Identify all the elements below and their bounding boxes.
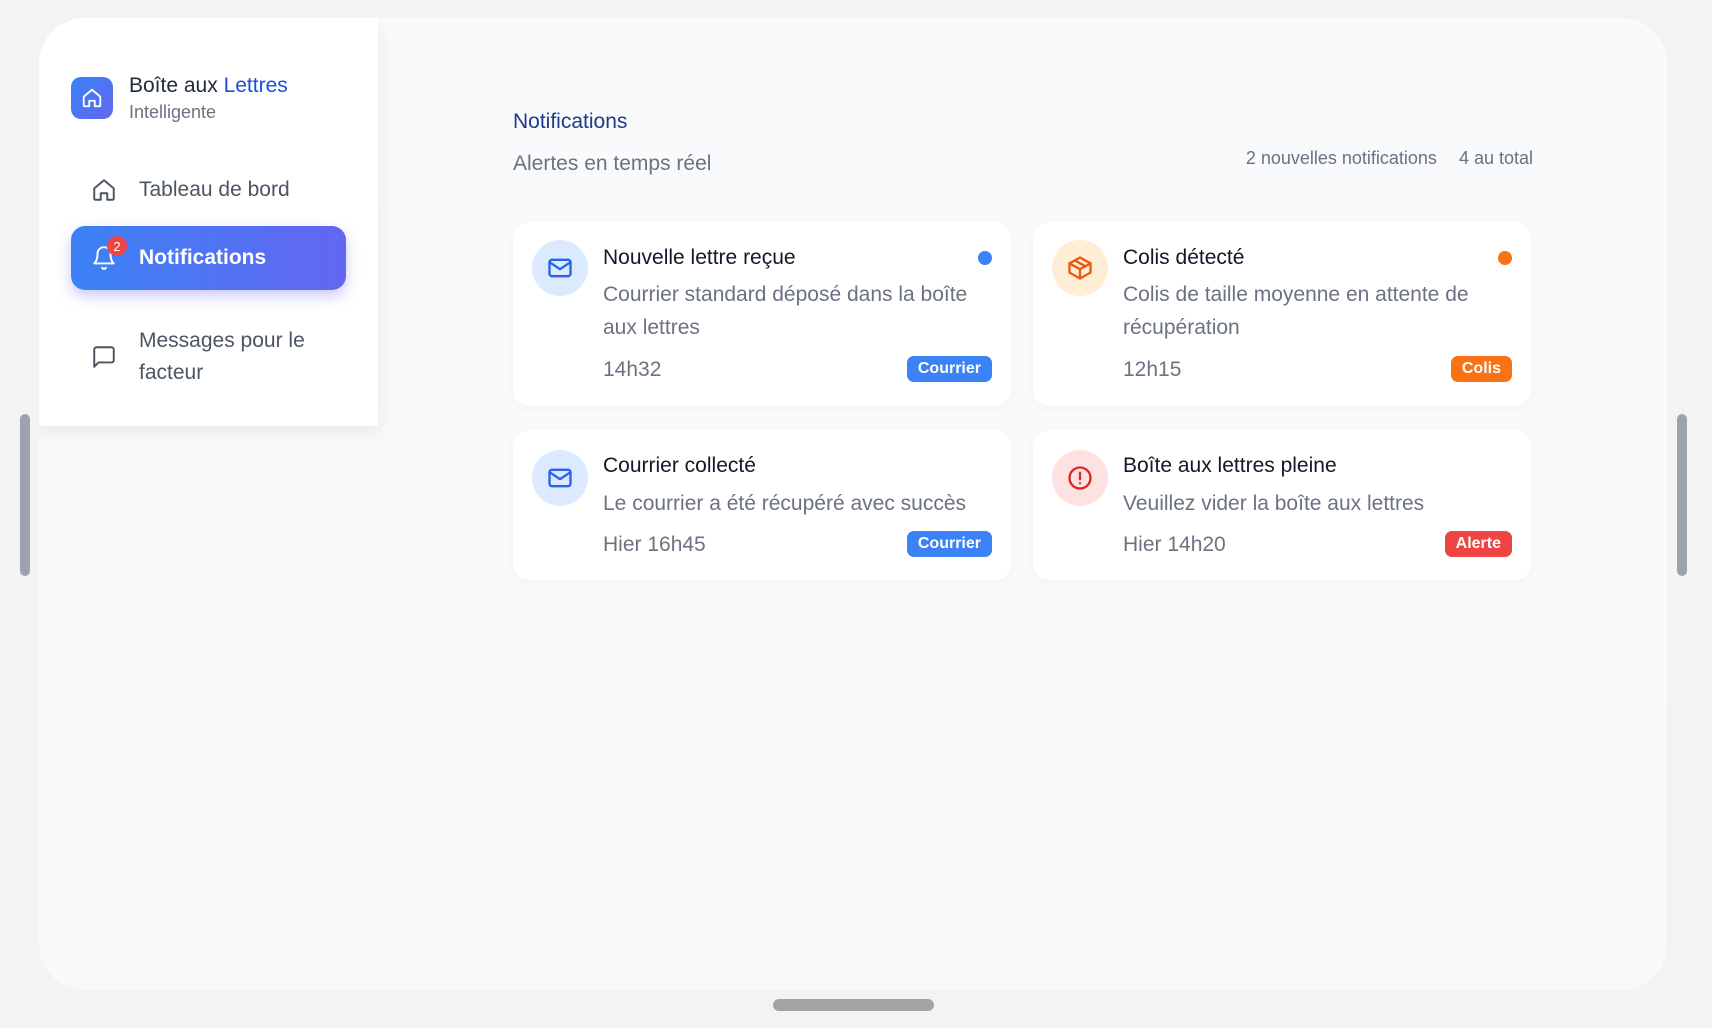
bell-icon: 2	[91, 236, 127, 271]
notification-card[interactable]: Boîte aux lettres pleine Veuillez vider …	[1033, 430, 1531, 580]
message-square-icon	[91, 344, 117, 370]
notification-description: Courrier standard déposé dans la boîte a…	[603, 283, 968, 339]
page-header: Notifications Alertes en temps réel 2 no…	[513, 110, 1533, 176]
category-tag: Alerte	[1444, 531, 1512, 557]
page-title: Notifications	[513, 110, 628, 133]
notification-description: Veuillez vider la boîte aux lettres	[1123, 492, 1425, 515]
unread-dot	[1498, 251, 1512, 265]
brand: Boîte aux Lettres Intelligente	[71, 58, 288, 123]
right-side-handle	[1677, 414, 1687, 576]
mail-icon	[532, 450, 588, 506]
left-side-handle	[20, 414, 30, 576]
sidebar-item-notifications[interactable]: 2 Notifications	[71, 226, 346, 290]
notification-description: Colis de taille moyenne en attente de ré…	[1123, 283, 1469, 339]
notification-card[interactable]: Nouvelle lettre reçue Courrier standard …	[513, 222, 1011, 406]
total-notifications-count: 4 au total	[1458, 148, 1533, 168]
notification-time: 14h32	[603, 358, 662, 381]
package-icon	[1052, 240, 1108, 296]
brand-subtitle: Intelligente	[129, 102, 217, 122]
sidebar-item-label: Notifications	[139, 246, 267, 269]
app-window: Boîte aux Lettres Intelligente Tableau d…	[39, 18, 1667, 990]
notification-time: Hier 14h20	[1123, 533, 1226, 556]
notification-title: Colis détecté	[1123, 246, 1245, 269]
notification-stats: 2 nouvelles notifications 4 au total	[1246, 148, 1533, 169]
notification-card[interactable]: Courrier collecté Le courrier a été récu…	[513, 430, 1011, 580]
sidebar-item-label: Tableau de bord	[139, 178, 290, 201]
home-logo-icon	[71, 77, 113, 119]
notification-card[interactable]: Colis détecté Colis de taille moyenne en…	[1033, 222, 1531, 406]
sidebar-item-label: Messages pour le facteur	[139, 329, 305, 384]
notification-time: 12h15	[1123, 358, 1182, 381]
alert-circle-icon	[1052, 450, 1108, 506]
category-tag: Courrier	[906, 531, 992, 557]
notification-title: Courrier collecté	[603, 454, 756, 477]
sidebar-item-messages[interactable]: Messages pour le facteur	[71, 318, 346, 396]
brand-title: Boîte aux Lettres	[129, 74, 288, 97]
notification-count-badge: 2	[107, 236, 127, 256]
sidebar-item-dashboard[interactable]: Tableau de bord	[71, 167, 346, 213]
unread-dot	[978, 251, 992, 265]
home-indicator[interactable]	[773, 999, 934, 1011]
mail-icon	[532, 240, 588, 296]
category-tag: Courrier	[906, 356, 992, 382]
new-notifications-count: 2 nouvelles notifications	[1245, 148, 1437, 168]
home-icon	[91, 177, 117, 203]
notification-description: Le courrier a été récupéré avec succès	[603, 492, 967, 515]
category-tag: Colis	[1450, 356, 1512, 382]
notification-title: Nouvelle lettre reçue	[603, 246, 796, 269]
notification-title: Boîte aux lettres pleine	[1123, 454, 1337, 477]
notification-time: Hier 16h45	[603, 533, 706, 556]
sidebar: Boîte aux Lettres Intelligente Tableau d…	[39, 18, 378, 426]
